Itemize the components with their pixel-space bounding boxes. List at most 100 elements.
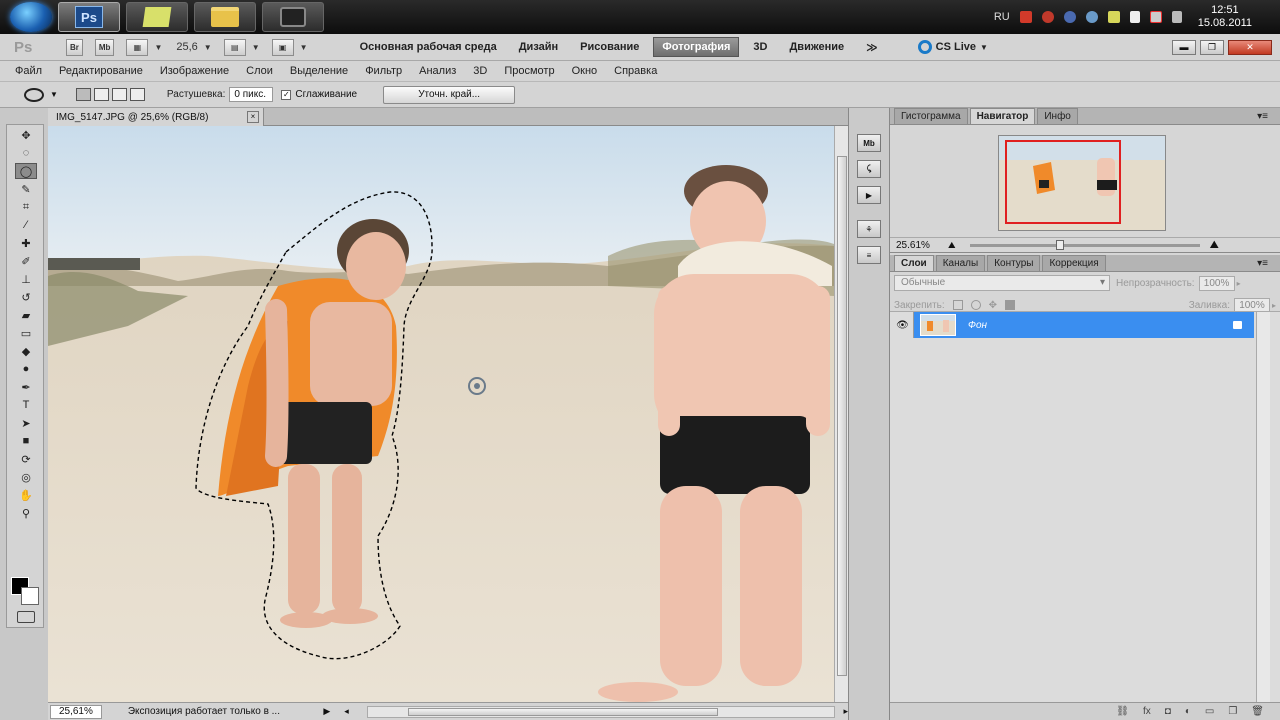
brush-tool-icon[interactable]: ✐ (15, 253, 37, 269)
minimize-button[interactable]: ▬ (1172, 39, 1196, 55)
tab-channels[interactable]: Каналы (935, 255, 986, 271)
flag-icon[interactable] (1129, 11, 1140, 23)
horizontal-scroll-thumb[interactable] (407, 707, 718, 716)
navigator-thumbnail[interactable] (998, 135, 1166, 231)
workspace-3d[interactable]: 3D (745, 38, 775, 56)
new-selection-button[interactable] (75, 88, 91, 101)
menu-edit[interactable]: Редактирование (59, 65, 143, 77)
quick-selection-tool-icon[interactable]: ✎ (15, 181, 37, 197)
menu-filter[interactable]: Фильтр (365, 65, 402, 77)
taskbar-photoshop[interactable]: Ps (58, 2, 120, 32)
more-workspaces-icon[interactable]: ≫ (858, 38, 886, 57)
menu-window[interactable]: Окно (572, 65, 598, 77)
lock-position-icon[interactable]: ✥ (989, 300, 997, 311)
chevron-down-icon[interactable]: ▼ (204, 43, 212, 52)
workspace-photography[interactable]: Фотография (653, 37, 740, 57)
zoom-level[interactable]: 25,6 (176, 41, 197, 53)
antialias-checkbox[interactable]: ✓ (281, 89, 292, 100)
menu-select[interactable]: Выделение (290, 65, 348, 77)
airplane-icon[interactable] (1107, 11, 1120, 23)
workspace-motion[interactable]: Движение (781, 38, 852, 56)
menu-analysis[interactable]: Анализ (419, 65, 456, 77)
chevron-down-icon[interactable]: ▼ (154, 43, 162, 52)
menu-image[interactable]: Изображение (160, 65, 229, 77)
taskbar-explorer[interactable] (194, 2, 256, 32)
view-extras-button[interactable]: ▦ (126, 38, 149, 56)
tab-adjustments[interactable]: Коррекция (1042, 255, 1106, 271)
feather-input[interactable]: 0 пикс. (229, 87, 274, 102)
language-indicator[interactable]: RU (994, 11, 1010, 23)
workspace-painting[interactable]: Рисование (572, 38, 647, 56)
horizontal-scrollbar[interactable] (366, 705, 836, 718)
tab-info[interactable]: Инфо (1037, 108, 1078, 124)
clone-stamp-tool-icon[interactable]: ⊥ (15, 271, 37, 287)
eye-icon[interactable]: 👁 (892, 312, 914, 338)
network-globe-icon[interactable] (1063, 11, 1076, 23)
mini-bridge-button[interactable]: Mb (94, 38, 115, 56)
workspace-design[interactable]: Дизайн (511, 38, 566, 56)
lock-all-icon[interactable] (1005, 300, 1016, 310)
new-layer-icon[interactable]: ❐ (1228, 706, 1237, 717)
menu-view[interactable]: Просмотр (504, 65, 554, 77)
close-document-icon[interactable]: × (247, 111, 259, 123)
display-icon[interactable] (1149, 11, 1162, 23)
clone-source-panel-icon[interactable]: ⚘ (857, 220, 881, 238)
lasso-tool-icon[interactable]: ◯ (15, 163, 37, 179)
menu-file[interactable]: Файл (15, 65, 42, 77)
layer-style-icon[interactable]: fx (1143, 706, 1151, 717)
navigator-zoom-knob[interactable] (1055, 239, 1064, 250)
taskbar-camera-app[interactable] (262, 2, 324, 32)
blur-tool-icon[interactable]: ◆ (15, 343, 37, 359)
opacity-arrow-icon[interactable]: ▸ (1237, 279, 1241, 288)
maximize-button[interactable]: ❐ (1200, 39, 1224, 55)
hand-tool-icon[interactable]: ✋ (15, 487, 37, 503)
document-tab[interactable]: IMG_5147.JPG @ 25,6% (RGB/8) × (48, 108, 264, 126)
screen-mode-button[interactable]: ▣ (271, 38, 294, 56)
menu-help[interactable]: Справка (614, 65, 657, 77)
trash-icon[interactable]: 🗑 (1251, 706, 1264, 717)
refine-edge-button[interactable]: Уточн. край... (383, 85, 516, 104)
close-button[interactable]: ✕ (1228, 39, 1272, 55)
scroll-left-icon[interactable]: ◂ (344, 706, 349, 717)
menu-3d[interactable]: 3D (473, 65, 487, 77)
antivirus-icon[interactable] (1041, 11, 1054, 23)
marquee-tool-icon[interactable]: ◌ (15, 145, 37, 161)
brush-presets-panel-icon[interactable]: ≡ (857, 246, 881, 264)
vertical-scrollbar[interactable] (834, 126, 848, 702)
background-color-swatch[interactable] (21, 587, 39, 605)
chevron-down-icon[interactable]: ▼ (252, 43, 260, 52)
path-selection-tool-icon[interactable]: ➤ (15, 415, 37, 431)
tab-navigator[interactable]: Навигатор (969, 108, 1036, 124)
sync-icon[interactable] (1085, 11, 1098, 23)
adjustment-layer-icon[interactable]: ◐ (1185, 706, 1191, 717)
new-group-icon[interactable]: ▭ (1205, 706, 1214, 717)
layer-name[interactable]: Фон (968, 320, 987, 331)
zoom-in-icon[interactable]: ⛰ (1210, 239, 1219, 252)
navigator-zoom-value[interactable]: 25.61% (890, 240, 948, 251)
actions-panel-icon[interactable]: ▶ (857, 186, 881, 204)
status-menu-arrow-icon[interactable]: ▶ (323, 706, 330, 717)
add-to-selection-button[interactable] (93, 88, 109, 101)
navigator-zoom-slider[interactable] (969, 239, 1200, 250)
mini-bridge-panel-icon[interactable]: Mb (857, 134, 881, 152)
move-tool-icon[interactable]: ✥ (15, 127, 37, 143)
fill-arrow-icon[interactable]: ▸ (1272, 301, 1276, 310)
lock-transparent-pixels-icon[interactable] (952, 300, 963, 310)
lasso-icon[interactable] (24, 87, 44, 102)
panel-menu-icon[interactable]: ▾≡ (1251, 109, 1274, 124)
workspace-essentials[interactable]: Основная рабочая среда (352, 38, 505, 56)
menu-layer[interactable]: Слои (246, 65, 273, 77)
navigator-view-box[interactable] (1005, 140, 1121, 224)
vertical-scroll-thumb[interactable] (837, 156, 847, 676)
volume-icon[interactable] (1171, 11, 1182, 23)
intersect-selection-button[interactable] (129, 88, 145, 101)
pen-tool-icon[interactable]: ✒ (15, 379, 37, 395)
opacity-input[interactable]: 100% (1198, 275, 1235, 291)
dodge-tool-icon[interactable]: ● (15, 361, 37, 377)
history-panel-icon[interactable]: ⤹ (857, 160, 881, 178)
media-icon[interactable] (1019, 11, 1032, 23)
chevron-down-icon[interactable]: ▼ (300, 43, 308, 52)
subtract-from-selection-button[interactable] (111, 88, 127, 101)
eyedropper-tool-icon[interactable]: ⁄ (15, 217, 37, 233)
arrange-documents-button[interactable]: ▤ (223, 38, 246, 56)
